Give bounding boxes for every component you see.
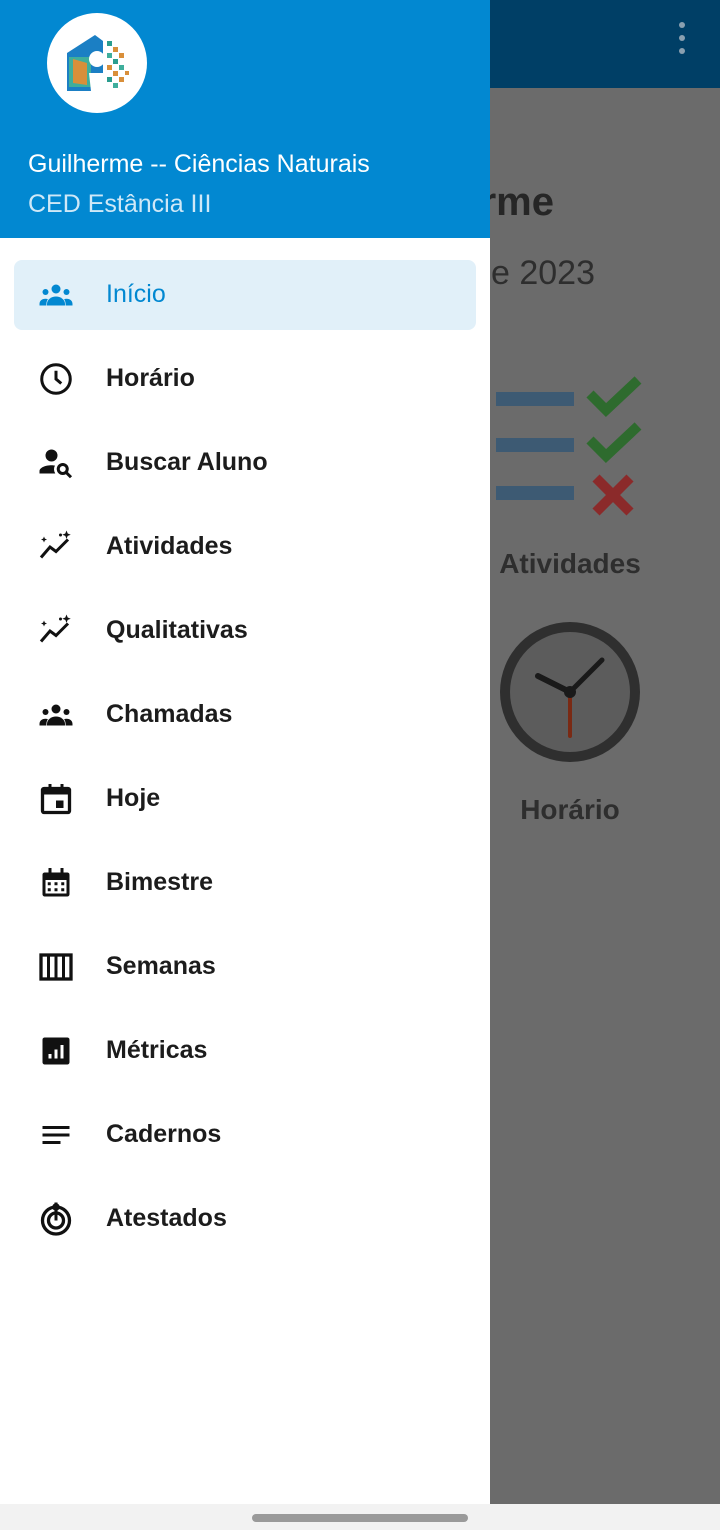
drawer-header: Guilherme -- Ciências Naturais CED Estân…	[0, 0, 490, 238]
menu-item-bimestre[interactable]: Bimestre	[14, 848, 476, 918]
user-school: CED Estância III	[28, 190, 212, 218]
menu-item-label: Semanas	[106, 952, 216, 980]
menu-item-label: Horário	[106, 364, 195, 392]
clock-icon	[38, 361, 74, 397]
menu-item-label: Chamadas	[106, 700, 233, 728]
calendar-month-icon	[38, 865, 74, 901]
menu-item-label: Buscar Aluno	[106, 448, 268, 476]
menu-item-label: Início	[106, 280, 166, 308]
menu-item-chamadas[interactable]: Chamadas	[14, 680, 476, 750]
menu-item-hoje[interactable]: Hoje	[14, 764, 476, 834]
person-search-icon	[38, 445, 74, 481]
system-navigation-bar	[0, 1504, 720, 1530]
menu-item-atestados[interactable]: Atestados	[14, 1184, 476, 1254]
menu-item-label: Hoje	[106, 784, 161, 812]
event-today-icon	[38, 781, 74, 817]
navigation-drawer: Guilherme -- Ciências Naturais CED Estân…	[0, 0, 490, 1504]
menu-item-inicio[interactable]: Início	[14, 260, 476, 330]
menu-item-horario[interactable]: Horário	[14, 344, 476, 414]
target-icon	[38, 1201, 74, 1237]
menu-item-metricas[interactable]: Métricas	[14, 1016, 476, 1086]
clock-icon	[494, 616, 646, 768]
notes-icon	[38, 1117, 74, 1153]
tile-label-horario[interactable]: Horário	[480, 794, 660, 826]
user-name: Guilherme -- Ciências Naturais	[28, 150, 370, 178]
gesture-handle[interactable]	[252, 1514, 468, 1522]
checklist-icon	[492, 372, 652, 522]
groups-icon	[38, 277, 74, 313]
menu-item-atividades[interactable]: Atividades	[14, 512, 476, 582]
auto-graph-icon	[38, 529, 74, 565]
menu-item-label: Cadernos	[106, 1120, 222, 1148]
groups-icon	[38, 697, 74, 733]
auto-graph-icon	[38, 613, 74, 649]
analytics-icon	[38, 1033, 74, 1069]
menu-item-label: Qualitativas	[106, 616, 248, 644]
menu-item-label: Atividades	[106, 532, 233, 560]
view-week-icon	[38, 949, 74, 985]
menu-item-semanas[interactable]: Semanas	[14, 932, 476, 1002]
menu-item-cadernos[interactable]: Cadernos	[14, 1100, 476, 1170]
menu-item-buscar-aluno[interactable]: Buscar Aluno	[14, 428, 476, 498]
menu-item-label: Atestados	[106, 1204, 227, 1232]
menu-item-label: Bimestre	[106, 868, 213, 896]
more-vert-icon[interactable]	[672, 22, 692, 54]
tile-label-atividades[interactable]: Atividades	[480, 548, 660, 580]
school-logo-icon	[47, 13, 147, 113]
menu-item-qualitativas[interactable]: Qualitativas	[14, 596, 476, 666]
menu-item-label: Métricas	[106, 1036, 208, 1064]
